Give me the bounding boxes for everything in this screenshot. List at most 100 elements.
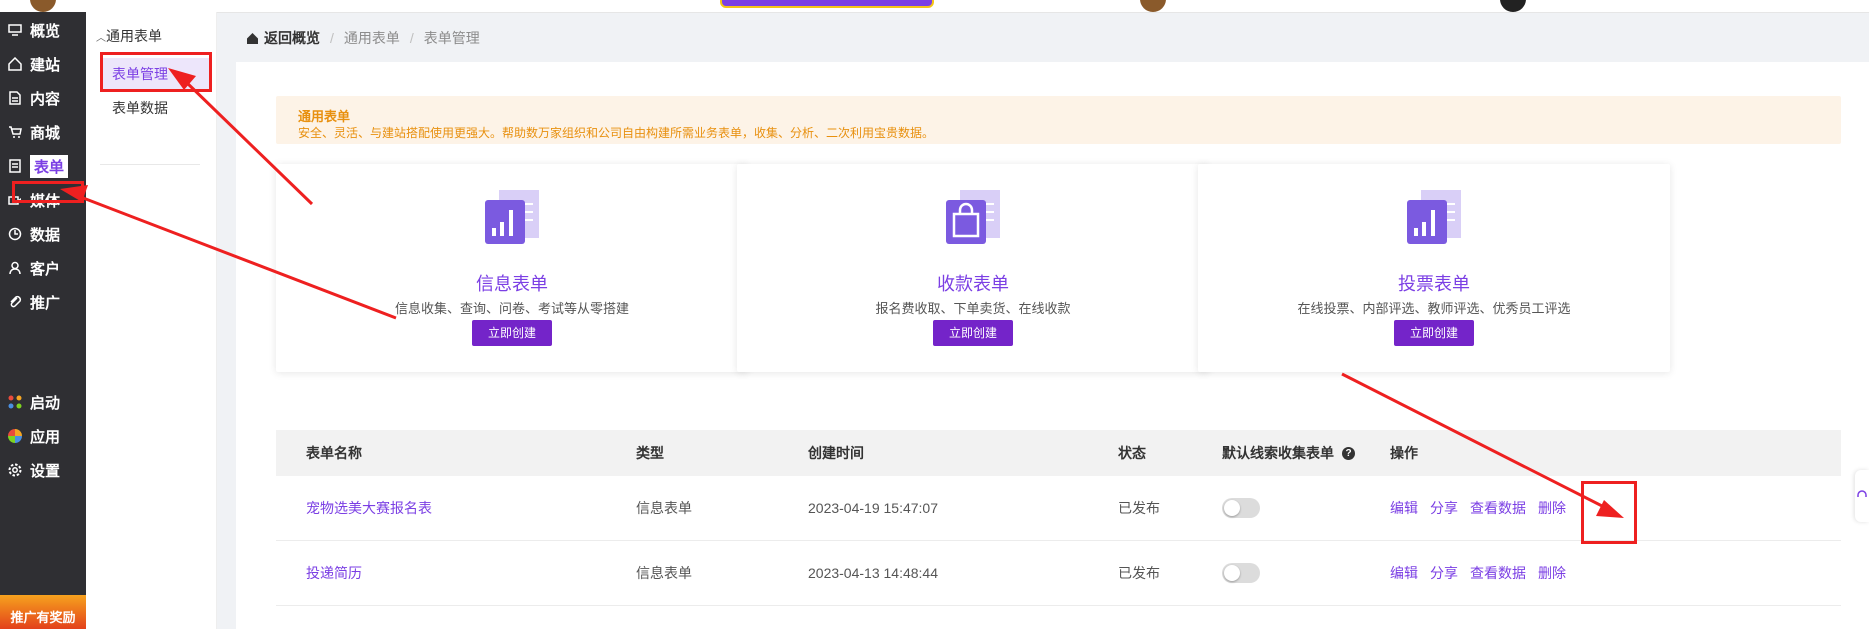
- top-bar: [0, 0, 1869, 13]
- subnav-group-label: 通用表单: [106, 28, 162, 44]
- form-type: 信息表单: [636, 500, 692, 516]
- avatar[interactable]: [1500, 0, 1526, 12]
- nav-item-settings[interactable]: 设置: [0, 454, 86, 486]
- banner-title: 通用表单: [298, 109, 351, 124]
- edit-button[interactable]: 编辑: [1390, 563, 1418, 583]
- home-icon: [6, 55, 24, 73]
- avatar[interactable]: [1140, 0, 1166, 12]
- form-created: 2023-04-19 15:47:07: [808, 500, 938, 516]
- card-vote-form: 投票表单 在线投票、内部评选、教师评选、优秀员工评选 立即创建: [1198, 164, 1670, 372]
- delete-button[interactable]: 删除: [1538, 498, 1566, 518]
- create-vote-form-button[interactable]: 立即创建: [1394, 320, 1474, 346]
- gear-icon: [6, 461, 24, 479]
- share-button[interactable]: 分享: [1430, 563, 1458, 583]
- home-icon: [247, 32, 258, 44]
- nav-item-label: 建站: [30, 56, 61, 74]
- card-title: 投票表单: [1398, 274, 1470, 294]
- support-widget[interactable]: [1855, 470, 1869, 522]
- edit-button[interactable]: 编辑: [1390, 498, 1418, 518]
- header-created: 创建时间: [808, 445, 864, 461]
- share-button[interactable]: 分享: [1430, 498, 1458, 518]
- chevron-up-icon: ︿: [96, 33, 106, 44]
- create-payment-form-button[interactable]: 立即创建: [933, 320, 1013, 346]
- top-promo-pill[interactable]: [720, 0, 934, 8]
- chart-doc-icon: [479, 190, 545, 248]
- breadcrumb-level1[interactable]: 通用表单: [344, 28, 400, 48]
- annotation-box-nav-form: [12, 181, 84, 203]
- nav-item-overview[interactable]: 概览: [0, 14, 86, 46]
- help-icon[interactable]: ?: [1342, 446, 1355, 460]
- breadcrumb-level2: 表单管理: [423, 30, 480, 46]
- delete-button[interactable]: 删除: [1538, 563, 1566, 583]
- card-title: 信息表单: [476, 274, 548, 294]
- headset-icon: [1857, 490, 1867, 497]
- form-name-link[interactable]: 宠物选美大赛报名表: [306, 498, 432, 518]
- subnav-item-form-data[interactable]: 表单数据: [100, 92, 212, 124]
- nav-item-label: 内容: [30, 90, 61, 108]
- view-data-button[interactable]: 查看数据: [1470, 563, 1526, 583]
- form-type: 信息表单: [636, 565, 692, 581]
- nav-item-label: 推广: [30, 294, 61, 312]
- launch-icon: [6, 393, 24, 411]
- card-desc: 信息收集、查询、问卷、考试等从零搭建: [394, 301, 629, 316]
- nav-item-content[interactable]: 内容: [0, 82, 86, 114]
- nav-item-label: 商城: [30, 124, 61, 142]
- paperclip-icon: [6, 293, 24, 311]
- promo-banner[interactable]: 推广有奖励: [0, 595, 86, 629]
- avatar[interactable]: [30, 0, 56, 12]
- breadcrumb-home[interactable]: 返回概览: [246, 28, 320, 48]
- nav-item-customer[interactable]: 客户: [0, 252, 86, 284]
- chart-doc-icon: [1401, 190, 1467, 248]
- nav-item-form[interactable]: 表单: [0, 150, 86, 182]
- header-status: 状态: [1118, 445, 1146, 461]
- nav-item-site[interactable]: 建站: [0, 48, 86, 80]
- header-type: 类型: [636, 445, 664, 461]
- document-icon: [6, 89, 24, 107]
- breadcrumb-home-label: 返回概览: [264, 30, 320, 46]
- nav-item-label: 数据: [30, 226, 61, 244]
- user-icon: [6, 259, 24, 277]
- card-info-form: 信息表单 信息收集、查询、问卷、考试等从零搭建 立即创建: [276, 164, 748, 372]
- form-icon: [6, 157, 24, 175]
- breadcrumb-separator: /: [330, 30, 334, 46]
- card-payment-form: 收款表单 报名费收取、下单卖货、在线收款 立即创建: [737, 164, 1209, 372]
- sub-nav: ︿通用表单 表单管理 表单数据: [86, 12, 217, 629]
- nav-item-data[interactable]: 数据: [0, 218, 86, 250]
- subnav-group[interactable]: ︿通用表单: [96, 26, 162, 46]
- header-default-lead-label: 默认线索收集表单: [1222, 445, 1334, 461]
- nav-item-label: 表单: [30, 154, 69, 178]
- nav-item-promote[interactable]: 推广: [0, 286, 86, 318]
- info-banner: 通用表单 安全、灵活、与建站搭配使用更强大。帮助数万家组织和公司自由构建所需业务…: [276, 96, 1841, 144]
- breadcrumb: 返回概览 / 通用表单 / 表单管理: [246, 28, 480, 48]
- header-name: 表单名称: [306, 445, 362, 461]
- default-lead-toggle[interactable]: [1222, 563, 1260, 583]
- shopping-bag-icon: [940, 190, 1006, 248]
- nav-item-mall[interactable]: 商城: [0, 116, 86, 148]
- apps-icon: [6, 427, 24, 445]
- table-header: 表单名称 类型 创建时间 状态 默认线索收集表单 ? 操作: [276, 430, 1841, 476]
- nav-item-launch[interactable]: 启动: [0, 386, 86, 418]
- main-nav: 概览 建站 内容 商城 表单 媒体 数据 客户 推广 启动 应用 设置 推广有奖…: [0, 12, 86, 629]
- card-title: 收款表单: [937, 274, 1009, 294]
- form-status: 已发布: [1118, 565, 1160, 581]
- divider: [100, 164, 200, 165]
- overview-icon: [6, 21, 24, 39]
- create-info-form-button[interactable]: 立即创建: [472, 320, 552, 346]
- nav-item-apps[interactable]: 应用: [0, 420, 86, 452]
- nav-item-label: 启动: [30, 394, 61, 412]
- nav-item-label: 设置: [30, 462, 61, 480]
- table-row: 投递简历 信息表单 2023-04-13 14:48:44 已发布 编辑 分享 …: [276, 541, 1841, 606]
- form-name-link[interactable]: 投递简历: [306, 563, 362, 583]
- header-default-lead: 默认线索收集表单 ?: [1222, 430, 1355, 476]
- form-status: 已发布: [1118, 500, 1160, 516]
- toggle-knob: [1224, 500, 1240, 516]
- view-data-button[interactable]: 查看数据: [1470, 498, 1526, 518]
- banner-desc: 安全、灵活、与建站搭配使用更强大。帮助数万家组织和公司自由构建所需业务表单，收集…: [298, 126, 935, 140]
- card-desc: 报名费收取、下单卖货、在线收款: [875, 301, 1071, 316]
- nav-item-label: 应用: [30, 428, 61, 446]
- form-created: 2023-04-13 14:48:44: [808, 565, 938, 581]
- header-actions: 操作: [1390, 445, 1418, 461]
- nav-item-label: 概览: [30, 22, 61, 40]
- cart-icon: [6, 123, 24, 141]
- default-lead-toggle[interactable]: [1222, 498, 1260, 518]
